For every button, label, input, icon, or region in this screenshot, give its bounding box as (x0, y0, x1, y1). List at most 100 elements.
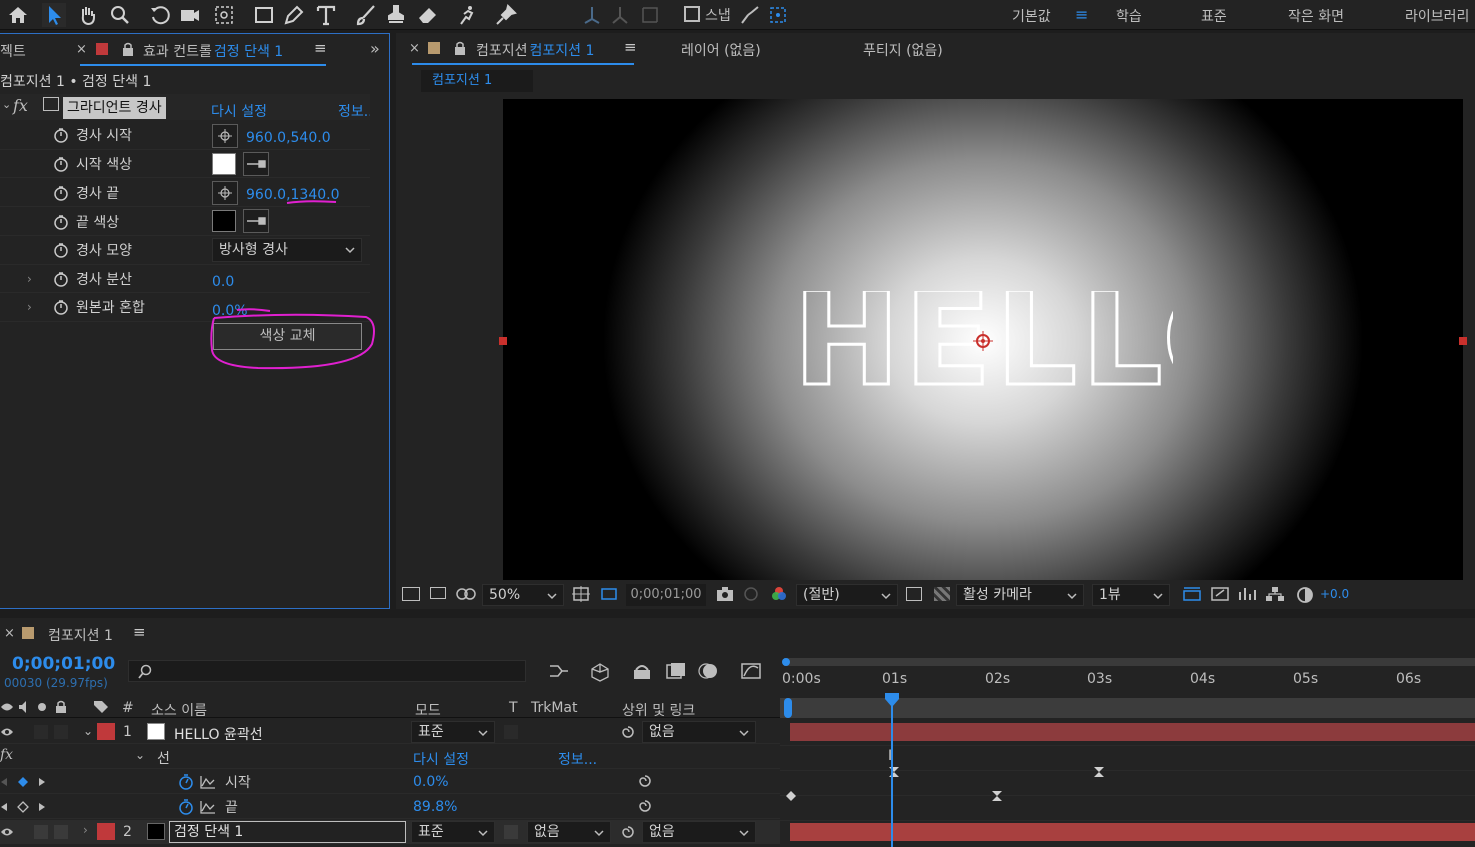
solo-toggle[interactable] (34, 725, 48, 739)
lock-toggle[interactable] (54, 825, 68, 839)
eraser-tool-icon[interactable] (416, 3, 440, 27)
layer-handle-right[interactable] (1459, 337, 1467, 345)
stopwatch-icon[interactable] (53, 299, 69, 315)
layer-row-2[interactable]: › 2 검정 단색 1 표준 없음 없음 (0, 820, 780, 844)
preserve-transparency-toggle[interactable] (504, 825, 518, 839)
property-value-start[interactable]: 0.0% (413, 774, 449, 790)
timeline-current-time[interactable]: 0;00;01;00 (12, 654, 115, 674)
keyframe-icon[interactable] (785, 790, 797, 802)
workspace-libraries[interactable]: 라이브러리 (1405, 6, 1469, 26)
panel-menu-icon[interactable]: ≡ (133, 623, 146, 641)
lock-icon[interactable] (121, 41, 135, 57)
selection-tool-icon[interactable] (42, 3, 66, 27)
layer-label-color[interactable] (97, 823, 115, 840)
prev-keyframe-icon[interactable] (0, 802, 8, 812)
add-keyframe-icon[interactable] (17, 776, 29, 788)
blend-mode-dropdown[interactable]: 표준 (411, 721, 495, 743)
pick-whip-icon[interactable] (620, 725, 636, 739)
layer-tab[interactable]: 레이어 (없음) (681, 40, 761, 60)
stopwatch-icon[interactable] (53, 271, 69, 287)
home-icon[interactable] (6, 3, 30, 27)
column-source-name[interactable]: 소스 이름 (151, 700, 207, 720)
work-area-start-handle[interactable] (782, 658, 790, 666)
eye-icon[interactable] (0, 827, 14, 837)
workspace-standard[interactable]: 표준 (1201, 6, 1227, 26)
graph-icon[interactable] (200, 775, 216, 789)
workspace-learn[interactable]: 학습 (1116, 6, 1142, 26)
start-color-swatch[interactable] (212, 153, 236, 175)
workspace-default[interactable]: 기본값 (1012, 6, 1051, 26)
next-keyframe-icon[interactable] (38, 777, 46, 787)
stopwatch-icon[interactable] (53, 127, 69, 143)
camera-tool-icon[interactable] (178, 3, 202, 27)
brush-tool-icon[interactable] (354, 3, 378, 27)
stopwatch-icon[interactable] (53, 156, 69, 172)
zoom-dropdown[interactable]: 50% (482, 584, 564, 606)
stopwatch-icon[interactable] (53, 242, 69, 258)
graph-icon[interactable] (200, 800, 216, 814)
expand-chevron-icon[interactable]: › (27, 272, 32, 286)
next-keyframe-icon[interactable] (38, 802, 46, 812)
current-timecode[interactable]: 0;00;01;00 (626, 584, 706, 606)
panel-menu-icon[interactable]: ≡ (314, 39, 327, 57)
frame-blending-icon[interactable] (665, 662, 687, 680)
region-of-interest-icon[interactable] (599, 586, 619, 602)
views-dropdown[interactable]: 1뷰 (1092, 584, 1170, 606)
keyframe-icon[interactable] (991, 790, 1003, 802)
prev-keyframe-icon[interactable] (0, 777, 8, 787)
effects-tab[interactable]: 효과 컨트롤 검정 단색 1 (143, 41, 283, 61)
expression-pick-whip-icon[interactable] (637, 799, 653, 813)
type-tool-icon[interactable] (314, 3, 338, 27)
close-icon[interactable]: × (409, 41, 420, 56)
timeline-search-input[interactable] (128, 660, 526, 682)
local-axis-icon[interactable] (580, 3, 604, 27)
layer-row-1[interactable]: ⌄ 1 HELLO 윤곽선 표준 없음 (0, 720, 780, 744)
fx-switch-icon[interactable]: fx (0, 747, 13, 763)
channel-icon[interactable] (770, 585, 788, 603)
comp-viewer[interactable]: HELLO (503, 99, 1463, 580)
world-axis-icon[interactable] (608, 3, 632, 27)
show-snapshot-icon[interactable] (742, 586, 760, 602)
reset-exposure-icon[interactable] (1296, 586, 1314, 604)
effect-reset-link[interactable]: 다시 설정 (413, 749, 469, 769)
mask-visibility-icon[interactable] (456, 587, 476, 601)
draft-3d-icon[interactable] (589, 660, 611, 682)
fx-toggle-icon[interactable]: fx (13, 96, 28, 115)
ramp-shape-dropdown[interactable]: 방사형 경사 (212, 238, 362, 262)
motion-blur-icon[interactable] (697, 662, 719, 680)
monitor-icon[interactable] (430, 587, 446, 599)
collapse-chevron-icon[interactable]: ⌄ (135, 748, 145, 762)
solo-toggle[interactable] (34, 825, 48, 839)
parent-dropdown[interactable]: 없음 (642, 821, 756, 843)
eye-icon[interactable] (0, 727, 14, 737)
lock-toggle[interactable] (54, 725, 68, 739)
pan-behind-tool-icon[interactable] (212, 3, 236, 27)
snap-options-icon[interactable] (738, 3, 762, 27)
panel-menu-icon[interactable]: ≡ (624, 38, 637, 56)
anchor-point-icon[interactable] (973, 331, 993, 351)
rotate-tool-icon[interactable] (148, 3, 172, 27)
view-axis-icon[interactable] (638, 3, 662, 27)
keyframe-icon[interactable] (1093, 766, 1105, 778)
timeline-tab[interactable]: 컴포지션 1 (48, 625, 113, 645)
graph-editor-icon[interactable] (740, 662, 762, 680)
clone-stamp-tool-icon[interactable] (384, 3, 408, 27)
preserve-transparency-toggle[interactable] (504, 725, 518, 739)
keyframe-icon[interactable] (888, 766, 900, 778)
expression-pick-whip-icon[interactable] (637, 774, 653, 788)
timeline-tracks[interactable]: 0:00s 01s 02s 03s 04s 05s 06s I (780, 654, 1475, 847)
layer-label-color[interactable] (97, 723, 115, 740)
effect-name[interactable]: 그라디언트 경사 (63, 97, 166, 119)
effect-reset-link[interactable]: 다시 설정 (211, 101, 267, 121)
trkmat-dropdown[interactable]: 없음 (527, 821, 611, 843)
stopwatch-icon[interactable] (53, 185, 69, 201)
expand-panels-icon[interactable]: » (370, 39, 380, 58)
expand-chevron-icon[interactable]: › (83, 823, 88, 837)
snap-target-icon[interactable] (766, 3, 790, 27)
camera-dropdown[interactable]: 활성 카메라 (956, 584, 1084, 606)
work-area-bar[interactable] (784, 658, 1475, 666)
comp-tab[interactable]: 컴포지션 컴포지션 1 (476, 40, 594, 60)
comp-nav-chip[interactable]: 컴포지션 1 (421, 70, 533, 92)
stopwatch-icon[interactable] (178, 773, 194, 791)
crosshair-point-button[interactable] (212, 124, 238, 148)
